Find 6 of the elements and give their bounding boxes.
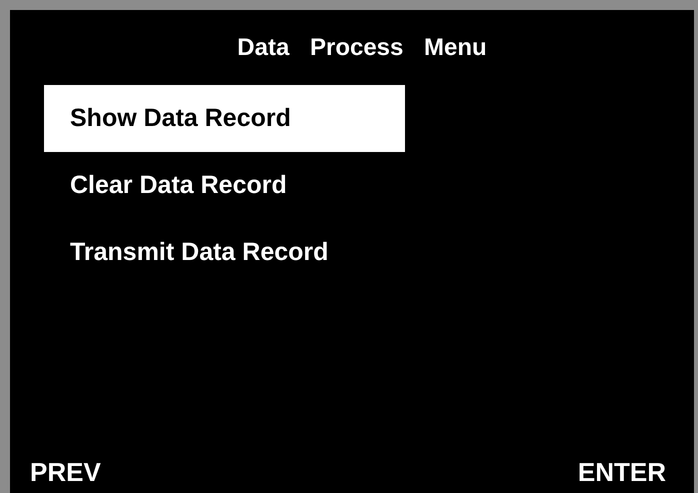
menu-item[interactable]: Show Data Record <box>44 85 405 152</box>
menu-item[interactable]: Transmit Data Record <box>44 219 405 286</box>
enter-softkey[interactable]: ENTER <box>578 457 666 487</box>
menu-item[interactable]: Clear Data Record <box>44 152 405 219</box>
screen-title: Data Process Menu <box>237 34 487 62</box>
prev-softkey[interactable]: PREV <box>30 457 101 487</box>
